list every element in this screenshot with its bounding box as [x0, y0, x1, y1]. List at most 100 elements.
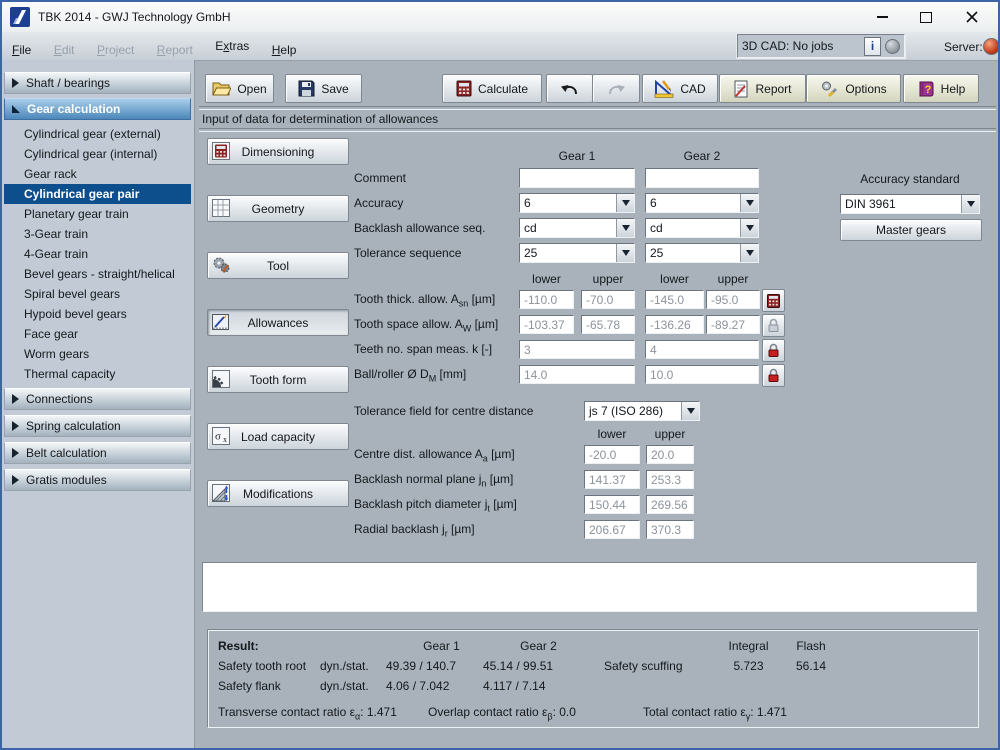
chevron-down-icon[interactable] — [740, 194, 758, 212]
cad-button[interactable]: CAD — [642, 74, 718, 103]
nav-tool-button[interactable]: Tool — [207, 252, 349, 279]
tooth-space-g1-upper-field[interactable] — [581, 315, 635, 334]
ball-roller-g1-field[interactable] — [519, 365, 635, 384]
sidebar-item-thermal-capacity[interactable]: Thermal capacity — [4, 364, 191, 384]
tooth-space-g2-upper-field[interactable] — [706, 315, 760, 334]
ball-roller-g2-field[interactable] — [645, 365, 759, 384]
sidebar-item-planetary-gear-train[interactable]: Planetary gear train — [4, 204, 191, 224]
accuracy-standard-dropdown[interactable]: DIN 3961 — [840, 194, 980, 214]
sidebar-item-4-gear-train[interactable]: 4-Gear train — [4, 244, 191, 264]
maximize-button[interactable] — [908, 5, 944, 29]
radial-backlash-lower-field[interactable] — [584, 520, 640, 539]
sidebar-section-spring-calculation[interactable]: Spring calculation — [4, 415, 191, 437]
chevron-down-icon[interactable] — [616, 219, 634, 237]
sidebar-item-face-gear[interactable]: Face gear — [4, 324, 191, 344]
tooth-thick-g1-upper-field[interactable] — [581, 290, 635, 309]
redo-button[interactable] — [592, 74, 640, 103]
tolerance-field-dropdown[interactable]: js 7 (ISO 286) — [584, 401, 700, 421]
sidebar-item-hypoid-bevel-gears[interactable]: Hypoid bevel gears — [4, 304, 191, 324]
safety-tooth-root-mode: dyn./stat. — [320, 659, 369, 673]
lock-closed-icon — [767, 368, 780, 383]
tooth-thick-g2-lower-field[interactable] — [645, 290, 704, 309]
undo-button[interactable] — [546, 74, 593, 103]
sidebar-section-connections[interactable]: Connections — [4, 388, 191, 410]
collapsed-triangle-icon — [12, 78, 19, 88]
chevron-down-icon[interactable] — [740, 244, 758, 262]
sidebar-section-gear-calculation[interactable]: Gear calculation — [4, 98, 191, 120]
teeth-span-g1-field[interactable] — [519, 340, 635, 359]
chevron-down-icon[interactable] — [616, 244, 634, 262]
result-integral-header: Integral — [721, 639, 776, 653]
ball-roller-lock-button[interactable] — [762, 364, 785, 387]
teeth-span-g2-field[interactable] — [645, 340, 759, 359]
master-gears-button[interactable]: Master gears — [840, 219, 982, 241]
comment-gear2-input[interactable] — [645, 168, 759, 188]
notes-textarea[interactable] — [202, 562, 977, 612]
tooth-space-g1-lower-field[interactable] — [519, 315, 574, 334]
nav-allowances-button[interactable]: Allowances — [207, 309, 349, 336]
tooth-thick-calculator-button[interactable] — [762, 289, 785, 312]
sidebar-section-shaft-bearings[interactable]: Shaft / bearings — [4, 72, 191, 94]
sidebar-item-cylindrical-gear-internal[interactable]: Cylindrical gear (internal) — [4, 144, 191, 164]
sidebar-section-belt-calculation[interactable]: Belt calculation — [4, 442, 191, 464]
load-capacity-icon: σx — [212, 427, 230, 445]
menu-help[interactable]: Help — [263, 36, 306, 64]
tolerance-seq-gear1-dropdown[interactable]: 25 — [519, 243, 635, 263]
centre-dist-lower-field[interactable] — [584, 445, 640, 464]
accuracy-gear2-dropdown[interactable]: 6 — [645, 193, 759, 213]
sidebar-item-3-gear-train[interactable]: 3-Gear train — [4, 224, 191, 244]
nav-modifications-button[interactable]: Modifications — [207, 480, 349, 507]
close-button[interactable] — [954, 5, 990, 29]
centre-dist-upper-field[interactable] — [646, 445, 694, 464]
nav-dimensioning-button[interactable]: Dimensioning — [207, 138, 349, 165]
info-button[interactable]: i — [864, 37, 881, 56]
backlash-normal-upper-field[interactable] — [646, 470, 694, 489]
collapsed-triangle-icon — [12, 394, 19, 404]
open-button[interactable]: Open — [205, 74, 274, 103]
report-button[interactable]: Report — [719, 74, 806, 103]
transverse-contact-ratio: Transverse contact ratio εα: 1.471 — [218, 705, 397, 721]
nav-geometry-button[interactable]: Geometry — [207, 195, 349, 222]
backlash-seq-gear1-dropdown[interactable]: cd — [519, 218, 635, 238]
tooth-thick-g1-lower-field[interactable] — [519, 290, 574, 309]
sidebar-item-cylindrical-gear-pair[interactable]: Cylindrical gear pair — [4, 184, 191, 204]
menu-extras[interactable]: Extras — [206, 32, 258, 60]
accuracy-gear1-dropdown[interactable]: 6 — [519, 193, 635, 213]
cad-status-led — [885, 39, 900, 54]
sidebar-item-gear-rack[interactable]: Gear rack — [4, 164, 191, 184]
sidebar-item-spiral-bevel-gears[interactable]: Spiral bevel gears — [4, 284, 191, 304]
backlash-pitch-lower-field[interactable] — [584, 495, 640, 514]
comment-gear1-input[interactable] — [519, 168, 635, 188]
calculator-icon — [767, 294, 780, 308]
backlash-normal-lower-field[interactable] — [584, 470, 640, 489]
report-document-icon — [733, 80, 749, 98]
svg-text:?: ? — [924, 84, 931, 96]
minimize-button[interactable] — [864, 5, 900, 29]
sidebar-item-worm-gears[interactable]: Worm gears — [4, 344, 191, 364]
options-button[interactable]: Options — [806, 74, 901, 103]
gear1-lower-header: lower — [519, 272, 574, 286]
tooth-thick-g2-upper-field[interactable] — [706, 290, 760, 309]
radial-backlash-upper-field[interactable] — [646, 520, 694, 539]
sidebar-section-gratis-modules[interactable]: Gratis modules — [4, 469, 191, 491]
nav-tooth-form-button[interactable]: Tooth form — [207, 366, 349, 393]
chevron-down-icon[interactable] — [681, 402, 699, 420]
tooth-space-lock-button[interactable] — [762, 314, 785, 337]
teeth-span-lock-button[interactable] — [762, 339, 785, 362]
chevron-down-icon[interactable] — [740, 219, 758, 237]
chevron-down-icon[interactable] — [961, 195, 979, 213]
save-button[interactable]: Save — [285, 74, 362, 103]
sidebar-item-cylindrical-gear-external[interactable]: Cylindrical gear (external) — [4, 124, 191, 144]
app-icon — [10, 7, 30, 32]
help-book-icon: ? — [917, 80, 935, 98]
tooth-space-g2-lower-field[interactable] — [645, 315, 704, 334]
chevron-down-icon[interactable] — [616, 194, 634, 212]
nav-load-capacity-button[interactable]: σx Load capacity — [207, 423, 349, 450]
tolerance-seq-gear2-dropdown[interactable]: 25 — [645, 243, 759, 263]
backlash-seq-gear2-dropdown[interactable]: cd — [645, 218, 759, 238]
help-button[interactable]: ? Help — [903, 74, 979, 103]
tooth-form-icon — [212, 370, 230, 388]
calculate-button[interactable]: Calculate — [442, 74, 542, 103]
backlash-pitch-upper-field[interactable] — [646, 495, 694, 514]
sidebar-item-bevel-gears[interactable]: Bevel gears - straight/helical — [4, 264, 191, 284]
